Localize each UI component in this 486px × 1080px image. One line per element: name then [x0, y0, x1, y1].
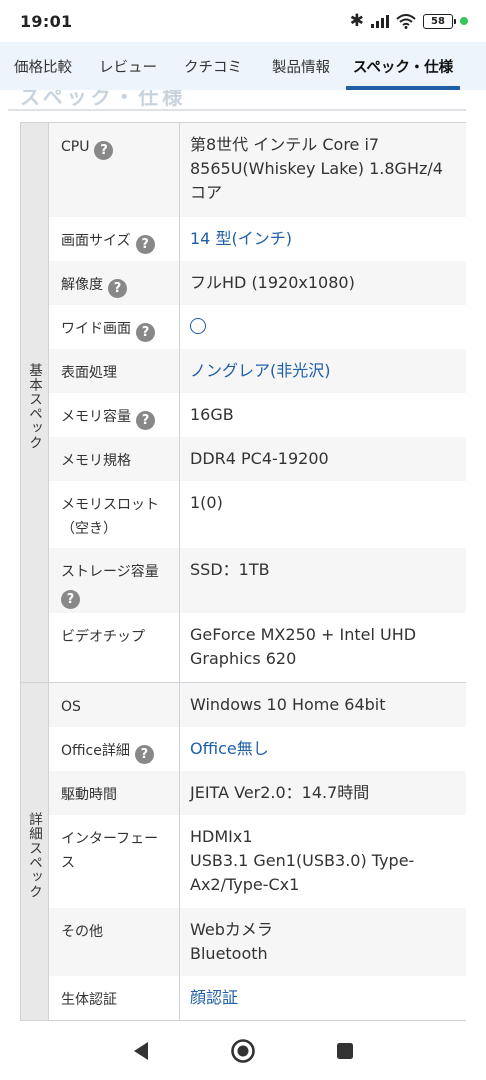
spec-value: GeForce MX250 + Intel UHD Graphics 620	[190, 625, 417, 668]
spec-label: メモリスロット（空き）	[49, 481, 180, 548]
spec-value: SSD：1TB	[190, 560, 270, 579]
help-icon[interactable]: ?	[135, 235, 155, 254]
section-divider	[8, 109, 466, 111]
spec-row-memory-standard: メモリ規格 DDR4 PC4-19200	[49, 437, 466, 481]
spec-value: Webカメラ Bluetooth	[190, 920, 273, 963]
spec-row-wide-screen: ワイド画面?	[49, 305, 466, 349]
help-icon[interactable]: ?	[136, 323, 155, 342]
tab-bar: 価格比較 レビュー クチコミ 製品情報 スペック・仕様	[0, 42, 486, 90]
group-label-detail: 詳細スペック	[21, 683, 49, 1020]
spec-row-os: OS Windows 10 Home 64bit	[49, 683, 466, 727]
spec-row-memory-slot: メモリスロット（空き） 1(0)	[49, 481, 466, 548]
spec-value-link[interactable]: 顔認証	[180, 976, 466, 1020]
spec-label: ワイド画面?	[49, 305, 180, 349]
spec-value: JEITA Ver2.0：14.7時間	[190, 783, 370, 802]
help-icon[interactable]: ?	[136, 411, 155, 430]
spec-row-storage: ストレージ容量? SSD：1TB	[49, 548, 466, 613]
spec-table: 基本スペック CPU? 第8世代 インテル Core i7 8565U(Whis…	[20, 122, 466, 1021]
back-icon[interactable]	[121, 1031, 161, 1071]
notification-dot-icon	[460, 17, 468, 25]
spec-row-memory-capacity: メモリ容量? 16GB	[49, 393, 466, 437]
spec-label: 駆動時間	[49, 771, 180, 815]
spec-row-battery-life: 駆動時間 JEITA Ver2.0：14.7時間	[49, 771, 466, 815]
recents-icon[interactable]	[325, 1031, 365, 1071]
tab-kuchikomi[interactable]: クチコミ	[170, 42, 256, 90]
spec-value-link[interactable]: 14 型(インチ)	[180, 217, 466, 261]
spec-row-interface: インターフェース HDMIx1 USB3.1 Gen1(USB3.0) Type…	[49, 815, 466, 908]
spec-value: 第8世代 インテル Core i7 8565U(Whiskey Lake) 1.…	[190, 135, 443, 202]
spec-value: 1(0)	[190, 493, 223, 512]
spec-row-screen-size: 画面サイズ? 14 型(インチ)	[49, 217, 466, 261]
spec-label: 生体認証	[49, 976, 180, 1020]
spec-value	[180, 305, 466, 349]
spec-group-basic: 基本スペック CPU? 第8世代 インテル Core i7 8565U(Whis…	[21, 123, 466, 683]
spec-value: 16GB	[190, 405, 234, 424]
section-heading-faded: スペック・仕様	[20, 90, 187, 109]
wifi-icon	[396, 13, 416, 29]
spec-label: 画面サイズ?	[49, 217, 180, 261]
spec-label: CPU?	[49, 123, 180, 217]
tab-reviews[interactable]: レビュー	[86, 42, 170, 90]
spec-label: ストレージ容量?	[49, 548, 180, 613]
home-icon[interactable]	[223, 1031, 263, 1071]
spec-group-detail: 詳細スペック OS Windows 10 Home 64bit Office詳細…	[21, 683, 466, 1021]
status-bar: 19:01 ✱ 58	[0, 0, 486, 42]
battery-icon: 58	[423, 13, 456, 29]
spec-row-cpu: CPU? 第8世代 インテル Core i7 8565U(Whiskey Lak…	[49, 123, 466, 217]
status-time: 19:01	[20, 11, 73, 31]
circle-mark-icon	[190, 318, 206, 334]
spec-value: フルHD (1920x1080)	[190, 273, 355, 292]
spec-label: インターフェース	[49, 815, 180, 908]
spec-row-other: その他 Webカメラ Bluetooth	[49, 908, 466, 976]
spec-value-link[interactable]: Office無し	[180, 727, 466, 771]
spec-row-resolution: 解像度? フルHD (1920x1080)	[49, 261, 466, 305]
spec-label: メモリ容量?	[49, 393, 180, 437]
spec-value: Windows 10 Home 64bit	[190, 695, 386, 714]
spec-label: OS	[49, 683, 180, 727]
bluetooth-icon: ✱	[349, 11, 364, 31]
tab-product-info[interactable]: 製品情報	[256, 42, 346, 90]
spec-row-surface: 表面処理 ノングレア(非光沢)	[49, 349, 466, 393]
spec-value: DDR4 PC4-19200	[190, 449, 329, 468]
navigation-bar	[0, 1022, 486, 1080]
spec-label: メモリ規格	[49, 437, 180, 481]
signal-icon	[371, 14, 389, 28]
spec-row-biometric: 生体認証 顔認証	[49, 976, 466, 1020]
spec-label: その他	[49, 908, 180, 976]
spec-value-link[interactable]: ノングレア(非光沢)	[180, 349, 466, 393]
status-icons: ✱ 58	[350, 11, 468, 31]
tab-price-comparison[interactable]: 価格比較	[0, 42, 86, 90]
spec-label: ビデオチップ	[49, 613, 180, 682]
spec-label: 解像度?	[49, 261, 180, 305]
help-icon[interactable]: ?	[134, 745, 154, 764]
spec-row-video-chip: ビデオチップ GeForce MX250 + Intel UHD Graphic…	[49, 613, 466, 682]
tab-specs[interactable]: スペック・仕様	[346, 42, 460, 90]
help-icon[interactable]: ?	[108, 279, 127, 298]
spec-label: Office詳細?	[49, 727, 180, 771]
help-icon[interactable]: ?	[94, 141, 114, 160]
help-icon[interactable]: ?	[61, 590, 80, 609]
spec-value: HDMIx1 USB3.1 Gen1(USB3.0) Type-Ax2/Type…	[190, 827, 415, 894]
spec-label: 表面処理	[49, 349, 180, 393]
group-label-basic: 基本スペック	[21, 123, 49, 682]
spec-row-office: Office詳細? Office無し	[49, 727, 466, 771]
section-heading-strip: スペック・仕様	[0, 90, 486, 112]
